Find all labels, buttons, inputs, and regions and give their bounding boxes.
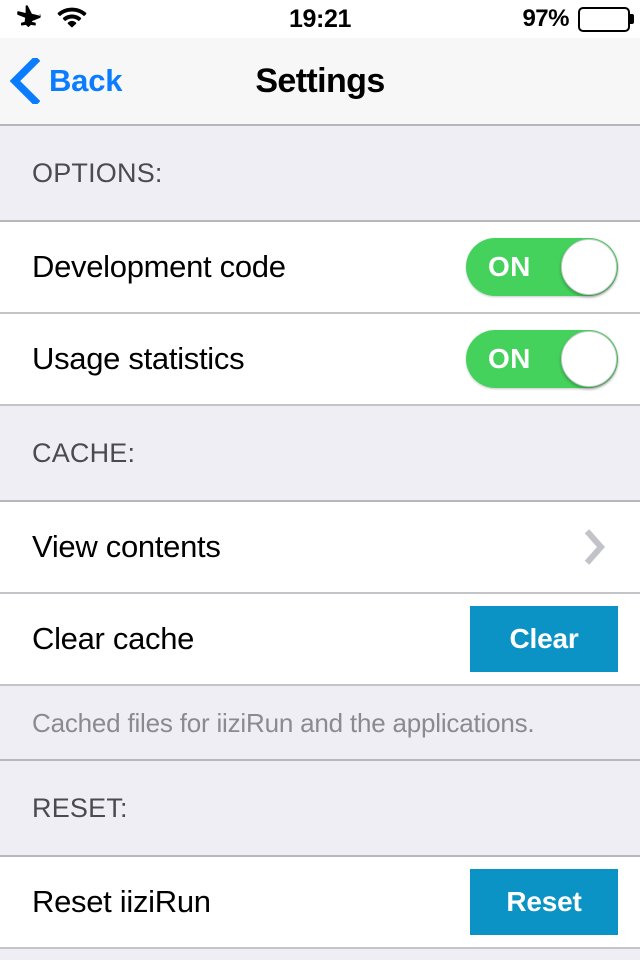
toggle-state-label: ON bbox=[488, 343, 531, 374]
row-label: Development code bbox=[32, 249, 286, 284]
settings-screen: 19:21 97% Back Settings OPTIONS: Developm… bbox=[0, 0, 640, 960]
settings-list: OPTIONS: Development code ON Usage statisti… bbox=[0, 126, 640, 960]
reset-button[interactable]: Reset bbox=[470, 869, 618, 935]
row-label: Reset iiziRun bbox=[32, 884, 211, 919]
section-header-label: OPTIONS: bbox=[32, 157, 163, 188]
navigation-bar: Back Settings bbox=[0, 38, 640, 126]
row-label: Clear cache bbox=[32, 621, 195, 656]
row-view-contents[interactable]: View contents bbox=[0, 502, 640, 594]
toggle-knob[interactable] bbox=[561, 239, 617, 295]
section-footer-reset: Resets iiziRun to its first installed st… bbox=[0, 949, 640, 960]
toggle-usage-statistics[interactable]: ON bbox=[466, 330, 618, 388]
toggle-knob[interactable] bbox=[561, 331, 617, 387]
section-header-label: RESET: bbox=[32, 792, 128, 823]
section-footer-cache: Cached files for iiziRun and the applica… bbox=[0, 686, 640, 761]
page-title: Settings bbox=[255, 61, 385, 100]
section-header-cache: CACHE: bbox=[0, 406, 640, 502]
toggle-development-code[interactable]: ON bbox=[466, 238, 618, 296]
row-reset-iizirun: Reset iiziRun Reset bbox=[0, 857, 640, 949]
status-bar: 19:21 97% bbox=[0, 0, 640, 38]
row-label: View contents bbox=[32, 529, 221, 564]
battery-icon bbox=[578, 6, 634, 32]
status-bar-right: 97% bbox=[522, 5, 634, 33]
chevron-right-icon bbox=[584, 529, 606, 565]
clear-button[interactable]: Clear bbox=[470, 606, 618, 672]
battery-percent-label: 97% bbox=[522, 5, 569, 32]
row-label: Usage statistics bbox=[32, 341, 245, 376]
section-header-reset: RESET: bbox=[0, 761, 640, 857]
toggle-state-label: ON bbox=[488, 251, 531, 282]
row-usage-statistics: Usage statistics ON bbox=[0, 314, 640, 406]
row-clear-cache: Clear cache Clear bbox=[0, 594, 640, 686]
row-development-code: Development code ON bbox=[0, 222, 640, 314]
section-header-options: OPTIONS: bbox=[0, 126, 640, 222]
section-header-label: CACHE: bbox=[32, 437, 136, 468]
